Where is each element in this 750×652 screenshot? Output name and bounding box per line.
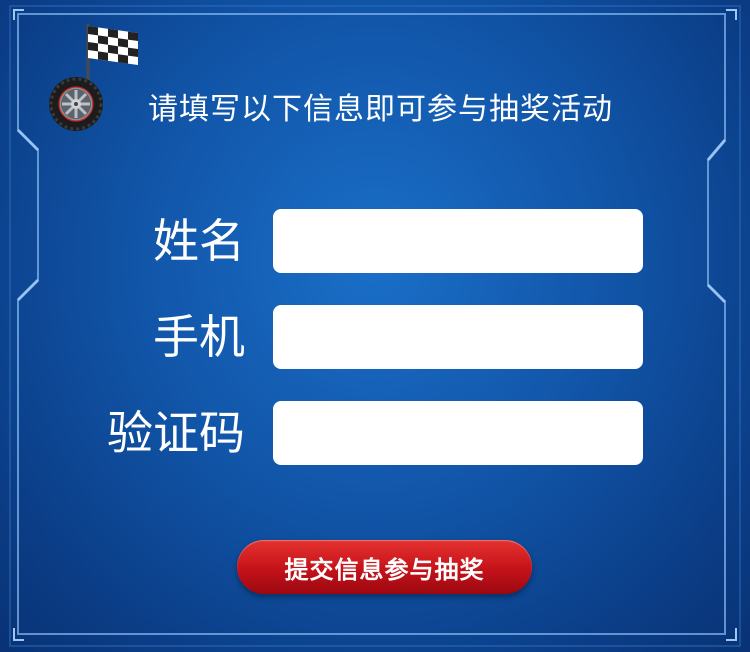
name-input[interactable]	[273, 209, 643, 273]
submit-lottery-button[interactable]: 提交信息参与抽奖	[237, 540, 532, 594]
checkered-flag-tire-icon	[49, 24, 138, 131]
phone-label: 手机	[153, 310, 245, 364]
lottery-form-panel: 请填写以下信息即可参与抽奖活动 姓名 手机 验证码 提交信息参与抽奖	[0, 0, 750, 652]
form-row-verification-code: 验证码	[0, 401, 750, 465]
form-row-name: 姓名	[0, 209, 750, 273]
verification-code-label: 验证码	[107, 406, 245, 460]
page-title: 请填写以下信息即可参与抽奖活动	[148, 92, 613, 127]
phone-input[interactable]	[273, 305, 643, 369]
form-header: 请填写以下信息即可参与抽奖活动	[44, 20, 704, 140]
form-row-phone: 手机	[0, 305, 750, 369]
verification-code-input[interactable]	[273, 401, 643, 465]
name-label: 姓名	[153, 214, 245, 268]
